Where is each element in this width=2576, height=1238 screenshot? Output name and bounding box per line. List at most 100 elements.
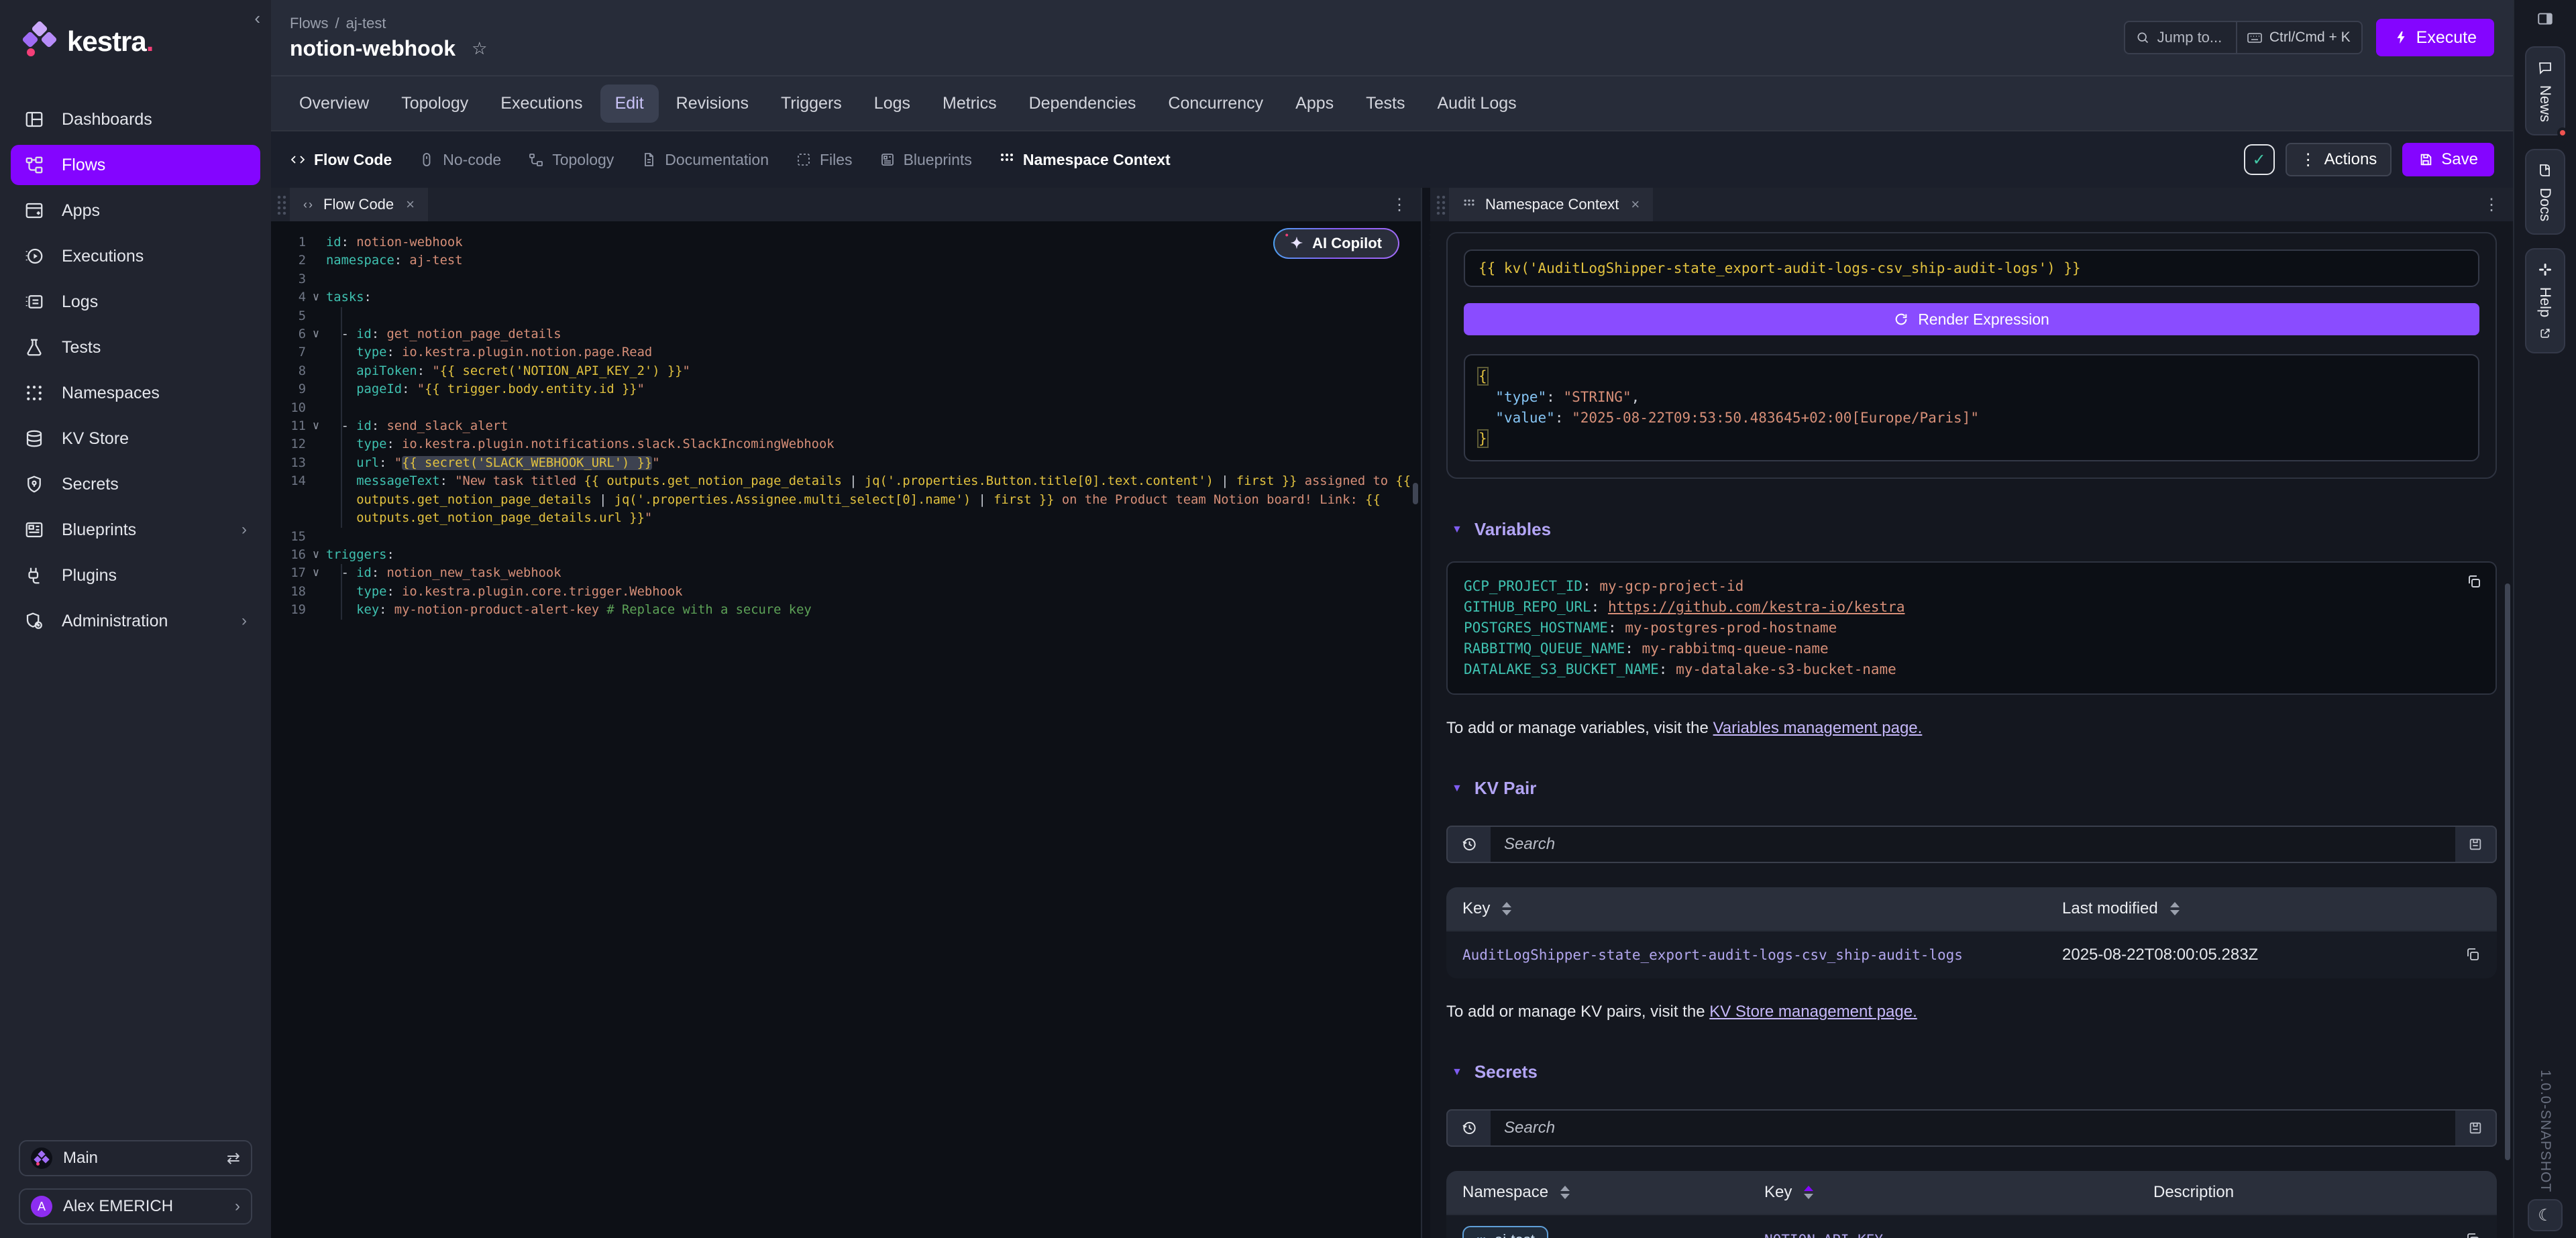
- kestra-logo[interactable]: kestra.: [21, 21, 252, 62]
- fold-caret-icon[interactable]: ∨: [306, 564, 326, 582]
- sidebar-collapse-icon[interactable]: ‹: [254, 8, 260, 29]
- toolbar-item-flow-code[interactable]: Flow Code: [290, 151, 392, 169]
- save-filter-icon[interactable]: [2455, 1111, 2496, 1145]
- sidebar-item-kv-store[interactable]: KV Store: [11, 418, 260, 459]
- tab-audit-logs[interactable]: Audit Logs: [1423, 85, 1532, 123]
- tab-concurrency[interactable]: Concurrency: [1153, 85, 1278, 123]
- tab-apps[interactable]: Apps: [1281, 85, 1348, 123]
- fold-caret-icon[interactable]: ∨: [306, 546, 326, 564]
- kv-section-header[interactable]: ▼ KV Pair: [1452, 778, 2491, 799]
- panel-splitter[interactable]: [1422, 188, 1430, 1238]
- secrets-search-input[interactable]: [1491, 1111, 2455, 1145]
- jump-to-search[interactable]: Jump to... Ctrl/Cmd + K: [2124, 21, 2363, 54]
- tab-triggers[interactable]: Triggers: [766, 85, 857, 123]
- history-icon[interactable]: [1448, 1111, 1491, 1145]
- sidebar-item-executions[interactable]: Executions: [11, 236, 260, 276]
- theme-toggle-button[interactable]: ☾: [2528, 1199, 2563, 1231]
- save-button[interactable]: Save: [2402, 143, 2494, 176]
- line-number: 16: [271, 546, 306, 564]
- sidebar-item-blueprints[interactable]: Blueprints›: [11, 510, 260, 550]
- namespace-context-tab[interactable]: Namespace Context ×: [1449, 188, 1653, 221]
- variables-management-link[interactable]: Variables management page.: [1713, 719, 1923, 737]
- drag-handle-icon[interactable]: [1436, 194, 1446, 215]
- sort-icon[interactable]: [1804, 1186, 1813, 1199]
- panel-menu-icon[interactable]: ⋮: [2470, 195, 2513, 215]
- favorite-star-icon[interactable]: ☆: [472, 38, 487, 59]
- tab-revisions[interactable]: Revisions: [661, 85, 763, 123]
- secrets-column-namespace[interactable]: Namespace: [1446, 1183, 1748, 1202]
- toolbar-item-documentation[interactable]: Documentation: [641, 151, 769, 169]
- sidebar-item-logs[interactable]: Logs: [11, 282, 260, 322]
- kv-column-key[interactable]: Key: [1446, 899, 2046, 918]
- tab-executions[interactable]: Executions: [486, 85, 597, 123]
- copy-icon[interactable]: [2449, 1228, 2497, 1238]
- history-icon[interactable]: [1448, 827, 1491, 862]
- tab-dependencies[interactable]: Dependencies: [1014, 85, 1151, 123]
- secrets-column-key[interactable]: Key: [1748, 1183, 2137, 1202]
- tenant-logo-icon: [31, 1147, 52, 1169]
- user-menu[interactable]: A Alex EMERICH ›: [19, 1188, 252, 1225]
- tab-logs[interactable]: Logs: [859, 85, 925, 123]
- toolbar-item-topology[interactable]: Topology: [528, 151, 614, 169]
- toolbar-item-namespace-context[interactable]: Namespace Context: [999, 151, 1171, 169]
- sidebar-item-secrets[interactable]: Secrets: [11, 464, 260, 504]
- secrets-column-description: Description: [2137, 1183, 2449, 1202]
- secrets-search-bar: [1446, 1109, 2497, 1147]
- tab-topology[interactable]: Topology: [386, 85, 483, 123]
- dock-panel-icon[interactable]: [2536, 8, 2554, 33]
- code-line: 16∨triggers:: [271, 546, 1421, 564]
- namespace-scrollbar[interactable]: [2505, 583, 2510, 1160]
- drag-handle-icon[interactable]: [276, 194, 287, 215]
- sidebar-item-apps[interactable]: Apps: [11, 190, 260, 231]
- kv-store-management-link[interactable]: KV Store management page.: [1709, 1003, 1917, 1021]
- copy-icon[interactable]: [2449, 943, 2497, 968]
- tab-metrics[interactable]: Metrics: [928, 85, 1012, 123]
- kestra-wordmark: kestra.: [67, 25, 153, 58]
- sidebar-item-plugins[interactable]: Plugins: [11, 555, 260, 596]
- panel-menu-icon[interactable]: ⋮: [1378, 195, 1421, 215]
- sidebar-item-dashboards[interactable]: Dashboards: [11, 99, 260, 139]
- close-icon[interactable]: ×: [1631, 196, 1640, 213]
- toolbar-item-files[interactable]: Files: [796, 151, 853, 169]
- rail-tab-news[interactable]: News: [2525, 46, 2565, 135]
- namespace-badge-dots-icon: [1476, 1235, 1487, 1238]
- sidebar-item-tests[interactable]: Tests: [11, 327, 260, 368]
- sort-icon[interactable]: [1560, 1186, 1570, 1199]
- rail-tab-docs[interactable]: Docs: [2525, 149, 2565, 235]
- tab-overview[interactable]: Overview: [284, 85, 384, 123]
- sidebar-item-flows[interactable]: Flows: [11, 145, 260, 185]
- toolbar-item-no-code[interactable]: No-code: [419, 151, 501, 169]
- flow-code-tab[interactable]: ‹› Flow Code ×: [290, 188, 428, 221]
- expression-input[interactable]: {{ kv('AuditLogShipper-state_export-audi…: [1464, 249, 2479, 287]
- execute-button[interactable]: Execute: [2376, 19, 2494, 56]
- render-expression-button[interactable]: Render Expression: [1464, 303, 2479, 335]
- validation-check-button[interactable]: ✓: [2244, 144, 2275, 175]
- rail-tab-label: Help: [2536, 287, 2554, 317]
- fold-caret-icon[interactable]: ∨: [306, 325, 326, 343]
- line-text: {: [1479, 366, 1487, 387]
- fold-caret-icon[interactable]: ∨: [306, 288, 326, 306]
- toolbar-item-blueprints[interactable]: Blueprints: [879, 151, 972, 169]
- tab-tests[interactable]: Tests: [1351, 85, 1419, 123]
- breadcrumb[interactable]: Flows/aj-test: [290, 15, 487, 32]
- line-text: [326, 528, 333, 546]
- sort-icon[interactable]: [1502, 902, 1511, 915]
- yaml-editor[interactable]: ✦ AI Copilot 1id: notion-webhook2namespa…: [271, 221, 1421, 1238]
- fold-caret-icon[interactable]: ∨: [306, 417, 326, 435]
- variables-section-header[interactable]: ▼ Variables: [1452, 519, 2491, 540]
- close-icon[interactable]: ×: [406, 196, 415, 213]
- line-number: 10: [271, 399, 306, 417]
- secrets-section-header[interactable]: ▼ Secrets: [1452, 1062, 2491, 1082]
- sort-icon[interactable]: [2170, 902, 2180, 915]
- save-filter-icon[interactable]: [2455, 827, 2496, 862]
- namespace-badge[interactable]: aj-test: [1462, 1226, 1548, 1238]
- kv-column-last-modified[interactable]: Last modified: [2046, 899, 2449, 918]
- rail-tab-help[interactable]: Help: [2525, 248, 2565, 353]
- actions-button[interactable]: ⋮Actions: [2286, 143, 2392, 176]
- tests-icon: [24, 337, 44, 357]
- sidebar-item-namespaces[interactable]: Namespaces: [11, 373, 260, 413]
- tab-edit[interactable]: Edit: [600, 85, 659, 123]
- tenant-selector[interactable]: Main ⇄: [19, 1140, 252, 1176]
- kv-search-input[interactable]: [1491, 827, 2455, 862]
- sidebar-item-administration[interactable]: Administration›: [11, 601, 260, 641]
